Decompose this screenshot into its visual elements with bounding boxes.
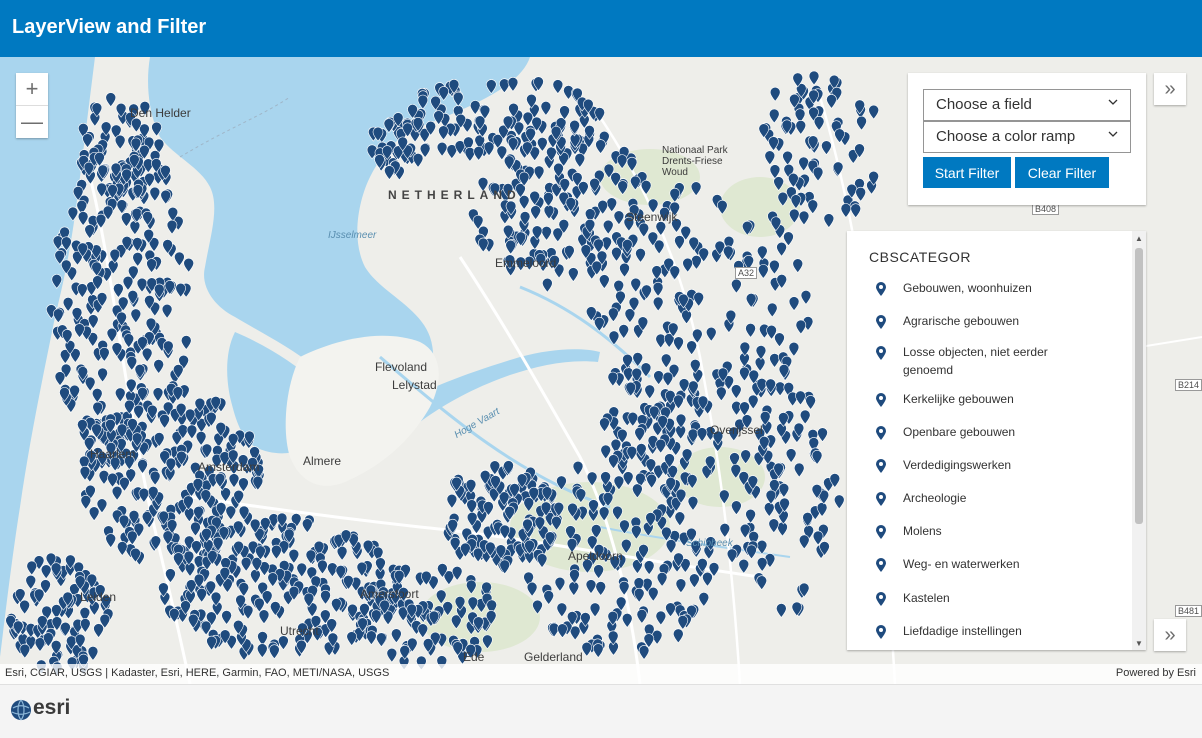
map-label-utrecht: Utrecht	[280, 624, 319, 638]
road-water-marker-icon	[875, 557, 891, 575]
zoom-controls: + —	[16, 73, 48, 138]
filter-panel: Choose a field Choose a color ramp Start…	[908, 73, 1146, 205]
map-label-ede: Ede	[463, 650, 485, 664]
legend-title: CBSCATEGOR	[869, 249, 971, 265]
public-building-marker-icon	[875, 425, 891, 443]
chevron-down-icon	[1108, 96, 1118, 110]
legend-item-label: Verdedigingswerken	[903, 458, 1012, 472]
map-label-ijsselmeer: IJsselmeer	[328, 230, 377, 241]
road-shield-b481: B481	[1175, 605, 1202, 617]
zoom-in-button[interactable]: +	[16, 73, 48, 105]
scroll-down-arrow-icon[interactable]: ▼	[1132, 636, 1146, 650]
legend-item-label: Weg- en waterwerken	[903, 557, 1020, 571]
legend-item-label: Openbare gebouwen	[903, 425, 1016, 439]
defense-marker-icon	[875, 458, 891, 476]
powered-by-esri[interactable]: Powered by Esri	[1116, 667, 1196, 679]
legend-item-label: Kastelen	[903, 591, 950, 605]
map-label-overijssel: Overijssel	[710, 423, 763, 437]
castle-marker-icon	[875, 591, 891, 609]
map-label-emmeloord: Emmeloord	[495, 256, 557, 270]
map-label-den-helder: Den Helder	[130, 106, 191, 120]
legend-item-label: Gebouwen, woonhuizen	[903, 281, 1032, 295]
map-label-leiden: Leiden	[80, 590, 117, 604]
zoom-out-button[interactable]: —	[16, 105, 48, 138]
legend-panel[interactable]: CBSCATEGOR Gebouwen, woonhuizen Agrarisch…	[847, 231, 1146, 650]
map-label-steenwijk: Steenwijk	[626, 210, 678, 224]
map-label-gelderland: Gelderland	[524, 650, 583, 664]
esri-logo: esri	[10, 696, 80, 723]
scroll-up-arrow-icon[interactable]: ▲	[1132, 231, 1146, 245]
charity-marker-icon	[875, 624, 891, 642]
field-select[interactable]: Choose a field	[923, 89, 1131, 121]
app-header: LayerView and Filter	[0, 0, 1202, 57]
globe-icon	[11, 699, 31, 721]
map-label-amsterdam: Amsterdam	[198, 460, 260, 474]
map-attribution: Esri, CGIAR, USGS | Kadaster, Esri, HERE…	[0, 664, 1202, 684]
footer: esri	[0, 684, 1202, 738]
map-label-haarlem: Haarlem	[90, 447, 136, 461]
map-label-almere: Almere	[303, 454, 342, 468]
esri-logo-text: esri	[33, 696, 71, 719]
color-ramp-select-value: Choose a color ramp	[936, 128, 1076, 145]
double-chevron-right-icon: »	[1164, 77, 1176, 100]
start-filter-button[interactable]: Start Filter	[923, 157, 1011, 188]
scroll-thumb[interactable]	[1135, 248, 1143, 524]
map-label-flevoland: Flevoland	[375, 360, 428, 374]
legend-item-label: Losse objecten, niet eerder genoemd	[903, 345, 1048, 377]
farm-marker-icon	[875, 314, 891, 332]
expand-filter-button[interactable]: »	[1154, 73, 1186, 105]
legend-item-label: Archeologie	[903, 491, 967, 505]
legend-item-label: Kerkelijke gebouwen	[903, 392, 1014, 406]
clear-filter-button[interactable]: Clear Filter	[1015, 157, 1109, 188]
road-shield-a32: A32	[735, 267, 758, 279]
field-select-value: Choose a field	[936, 96, 1032, 113]
map-label-amersfoort: Amersfoort	[360, 587, 419, 601]
map-label-lelystad: Lelystad	[392, 378, 437, 392]
app-title: LayerView and Filter	[12, 16, 207, 38]
archaeology-marker-icon	[875, 491, 891, 509]
legend-item-label: Molens	[903, 524, 942, 538]
legend-item-label: Agrarische gebouwen	[903, 314, 1020, 328]
map-label-schipbeek: Schipbeek	[686, 538, 733, 549]
church-marker-icon	[875, 392, 891, 410]
windmill-marker-icon	[875, 524, 891, 542]
attribution-text: Esri, CGIAR, USGS | Kadaster, Esri, HERE…	[5, 667, 390, 679]
object-marker-icon	[875, 345, 891, 363]
road-shield-b214: B214	[1175, 379, 1202, 391]
map-label-apeldoorn: Apeldoorn	[568, 549, 623, 563]
map-label-country: NETHERLAND	[388, 188, 521, 202]
house-marker-icon	[875, 281, 891, 299]
double-chevron-right-icon: »	[1164, 623, 1176, 646]
color-ramp-select[interactable]: Choose a color ramp	[923, 121, 1131, 153]
legend-item-label: Liefdadige instellingen	[903, 624, 1022, 638]
chevron-down-icon	[1108, 128, 1118, 142]
expand-legend-button[interactable]: »	[1154, 619, 1186, 651]
map-label-drents-friese-woud: Nationaal Park Drents-Friese Woud	[662, 145, 728, 178]
legend-scrollbar[interactable]: ▲ ▼	[1132, 231, 1146, 650]
